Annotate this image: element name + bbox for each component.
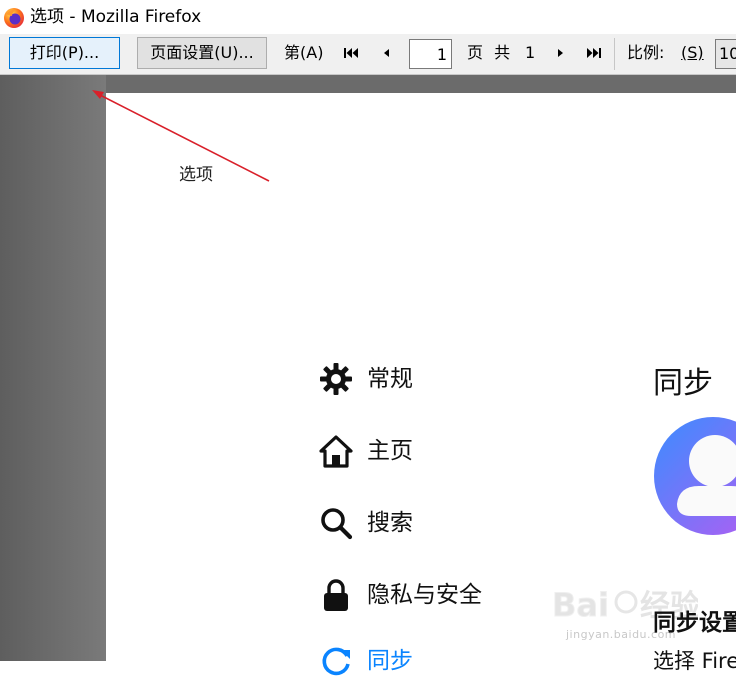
annotation-label: 选项 <box>179 165 213 185</box>
toolbar-separator <box>614 38 615 70</box>
page-total-prefix: 页 共 <box>467 43 514 62</box>
prev-page-icon[interactable] <box>377 44 395 62</box>
lock-icon <box>318 577 354 613</box>
nav-item-search[interactable]: 搜索 <box>318 505 413 541</box>
sync-description: 选择 Firefox <box>653 649 736 673</box>
home-icon <box>318 433 354 469</box>
page-setup-button[interactable]: 页面设置(U)... <box>137 37 267 69</box>
page-total-count: 1 <box>525 43 536 62</box>
window-titlebar: 选项 - Mozilla Firefox <box>0 0 736 34</box>
scale-select[interactable]: 100% <box>715 39 736 69</box>
sync-icon <box>318 643 354 679</box>
sync-heading: 同步 <box>653 366 713 401</box>
nav-item-label: 常规 <box>367 366 413 392</box>
preview-margin-left <box>0 75 106 661</box>
account-avatar-icon[interactable] <box>653 416 736 536</box>
page-prefix-label: 第(A) <box>284 43 324 62</box>
nav-item-label: 隐私与安全 <box>367 582 482 608</box>
print-preview-toolbar: 打印(P)... 页面设置(U)... 第(A) 页 共 1 比例: (S) 1… <box>0 34 736 75</box>
first-page-icon[interactable] <box>342 44 360 62</box>
gear-icon <box>318 361 354 397</box>
firefox-logo-icon <box>3 7 25 29</box>
current-page-input[interactable] <box>409 39 452 69</box>
nav-item-general[interactable]: 常规 <box>318 361 413 397</box>
sync-subheading: 同步设置 <box>653 610 736 636</box>
scale-select-clip: 100% <box>715 39 736 69</box>
nav-item-label: 主页 <box>367 438 413 464</box>
search-icon <box>318 505 354 541</box>
nav-item-sync[interactable]: 同步 <box>318 643 413 679</box>
nav-item-privacy[interactable]: 隐私与安全 <box>318 577 482 613</box>
scale-accel-label: (S) <box>681 43 704 62</box>
preview-margin-top <box>106 75 736 93</box>
nav-item-home[interactable]: 主页 <box>318 433 413 469</box>
scale-label: 比例: <box>627 43 665 62</box>
svg-text:Bai: Bai <box>552 586 609 624</box>
print-button[interactable]: 打印(P)... <box>9 37 120 69</box>
nav-item-label: 搜索 <box>367 510 413 536</box>
nav-item-label: 同步 <box>367 648 413 674</box>
window-title: 选项 - Mozilla Firefox <box>30 7 202 27</box>
last-page-icon[interactable] <box>585 44 603 62</box>
next-page-icon[interactable] <box>552 44 570 62</box>
